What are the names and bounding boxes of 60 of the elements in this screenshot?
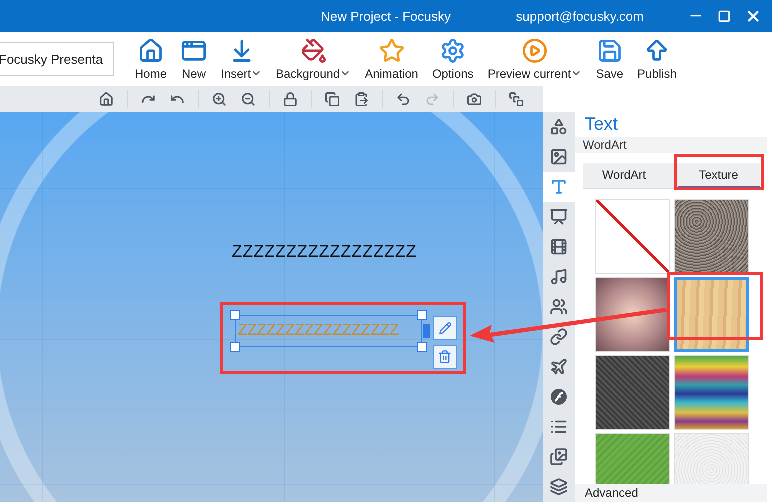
animation-button[interactable]: Animation — [358, 34, 426, 84]
panel-tab[interactable]: Texture — [678, 163, 760, 188]
copy-icon — [325, 92, 340, 106]
video-icon — [550, 238, 568, 256]
section-header: WordArt — [575, 137, 767, 153]
insert-button[interactable]: Insert — [214, 34, 270, 84]
background-button[interactable]: Background — [269, 34, 358, 84]
home-icon — [99, 92, 114, 106]
music-icon — [550, 268, 568, 286]
zoom-in-icon — [212, 92, 227, 106]
paste-icon — [354, 92, 369, 106]
canvas-text[interactable]: ZZZZZZZZZZZZZZZZZ — [232, 242, 418, 262]
options-button[interactable]: Options — [425, 34, 481, 84]
save-button[interactable]: Save — [589, 34, 631, 84]
gallery-icon — [550, 448, 568, 466]
width-handle[interactable] — [423, 324, 430, 338]
new-button[interactable]: New — [174, 34, 214, 84]
home-button[interactable]: Home — [128, 34, 174, 84]
trash-icon — [438, 350, 452, 364]
animation-icon — [378, 38, 405, 64]
delete-button[interactable] — [433, 345, 457, 369]
flash-icon — [550, 388, 568, 406]
text-icon — [550, 178, 568, 196]
home-icon — [138, 38, 164, 64]
resize-handle[interactable] — [417, 342, 427, 352]
panel-tab[interactable]: WordArt — [583, 163, 666, 188]
maximize-icon[interactable] — [718, 10, 731, 22]
layers-icon — [550, 478, 568, 496]
redo-icon — [425, 92, 440, 106]
window-title: New Project - Focusky — [320, 8, 452, 24]
preview-button[interactable]: Preview current — [480, 34, 590, 84]
publish-button[interactable]: Publish — [630, 34, 684, 84]
resize-handle[interactable] — [230, 310, 240, 320]
shape-icon — [550, 118, 568, 136]
edit-icon — [438, 322, 452, 334]
link-icon — [550, 328, 568, 346]
camera-icon — [467, 92, 482, 106]
settings-icon — [440, 38, 466, 64]
list-icon — [550, 418, 568, 436]
lock-icon — [283, 92, 298, 106]
section-header: Advanced — [575, 484, 767, 502]
edit-button[interactable] — [433, 316, 457, 340]
texture-swatch[interactable] — [674, 277, 749, 352]
zoom-out-icon — [241, 92, 256, 106]
people-icon — [550, 298, 568, 316]
save-icon — [596, 38, 623, 64]
background-icon — [300, 38, 327, 64]
project-name-field[interactable]: Focusky Presenta — [0, 42, 114, 76]
resize-handle[interactable] — [230, 342, 240, 352]
no-texture-swatch[interactable] — [595, 199, 670, 274]
undo-icon — [396, 92, 411, 106]
resize-handle[interactable] — [417, 310, 427, 320]
windows-icon — [509, 92, 524, 106]
support-email[interactable]: support@focusky.com — [516, 8, 644, 24]
plane-icon — [550, 358, 568, 376]
text-tab[interactable] — [543, 172, 575, 202]
panel-title: Text — [584, 113, 620, 136]
slide-icon — [550, 208, 568, 226]
preview-icon — [522, 38, 548, 64]
image-icon — [550, 148, 568, 166]
